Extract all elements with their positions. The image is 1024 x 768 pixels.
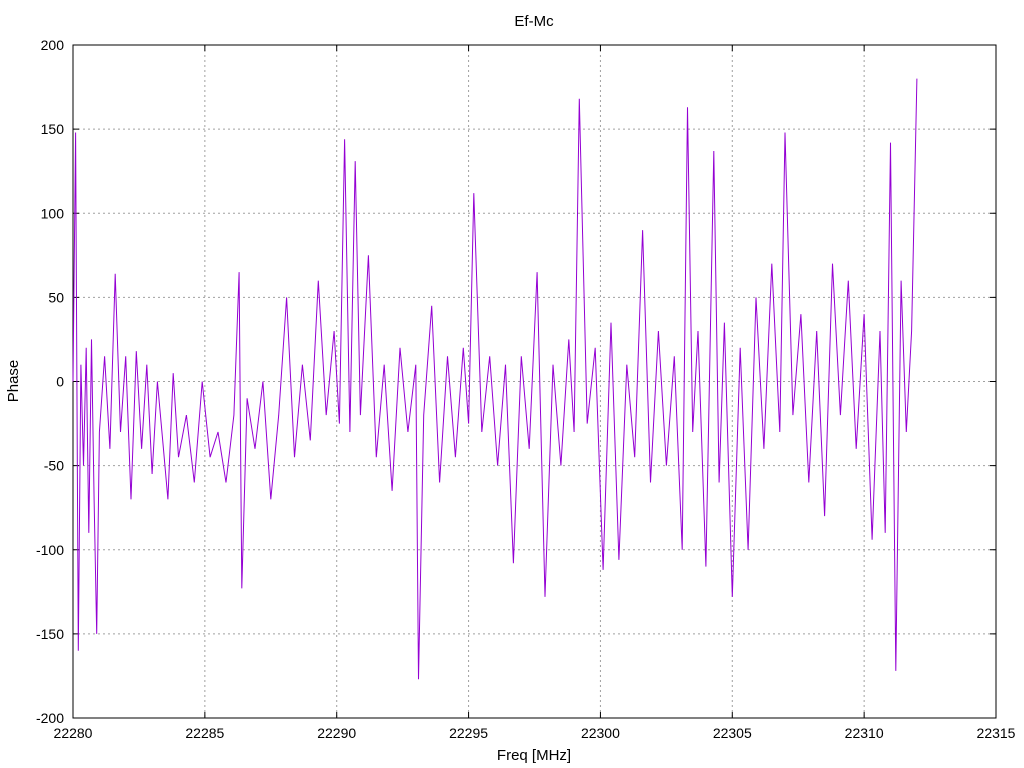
y-tick-label: -50 bbox=[44, 458, 64, 474]
x-tick-label: 22290 bbox=[317, 725, 356, 741]
x-tick-label: 22315 bbox=[977, 725, 1016, 741]
x-tick-label: 22295 bbox=[449, 725, 488, 741]
y-tick-label: 100 bbox=[41, 205, 65, 221]
phase-chart: 22280 22285 22290 22295 22300 22305 22310 22315… bbox=[0, 0, 1024, 768]
x-tick-label: 22300 bbox=[581, 725, 620, 741]
x-tick-label: 22280 bbox=[54, 725, 93, 741]
y-tick-label: -150 bbox=[36, 626, 64, 642]
x-axis-title: Freq [MHz] bbox=[497, 747, 571, 764]
y-tick-label: -200 bbox=[36, 710, 64, 726]
y-tick-label: 150 bbox=[41, 121, 65, 137]
y-tick-label: 200 bbox=[41, 37, 65, 53]
y-tick-label: -100 bbox=[36, 542, 64, 558]
x-tick-label: 22305 bbox=[713, 725, 752, 741]
y-tick-label: 0 bbox=[56, 374, 64, 390]
y-axis-title: Phase bbox=[5, 360, 22, 403]
x-tick-label: 22285 bbox=[185, 725, 224, 741]
y-tick-label: 50 bbox=[48, 289, 64, 305]
chart-background bbox=[0, 0, 1024, 768]
chart-title: Ef-Mc bbox=[514, 13, 554, 30]
x-tick-label: 22310 bbox=[845, 725, 884, 741]
